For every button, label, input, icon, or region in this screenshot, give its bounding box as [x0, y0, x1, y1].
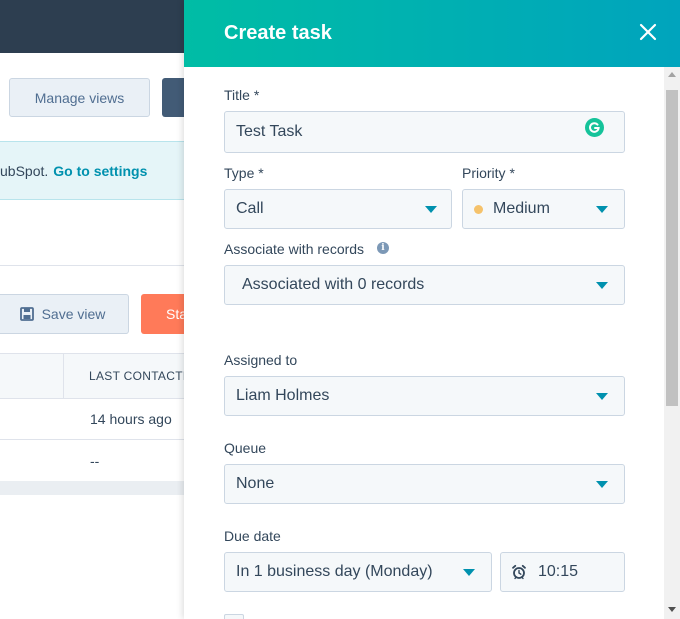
due-date-label: Due date — [224, 528, 281, 544]
partial-dark-button[interactable] — [162, 78, 184, 117]
reminder-checkbox[interactable] — [224, 614, 244, 619]
queue-label: Queue — [224, 440, 267, 456]
chevron-down-icon — [596, 481, 608, 488]
due-time-input[interactable]: 10:15 — [500, 552, 625, 592]
queue-select-value: None — [236, 475, 275, 492]
assigned-to-value: Liam Holmes — [236, 387, 330, 404]
floppy-disk-icon — [19, 307, 34, 321]
close-icon — [639, 23, 657, 41]
queue-select[interactable]: None — [224, 464, 625, 504]
column-header-last-contacted[interactable]: LAST CONTACTE — [89, 369, 191, 383]
close-button[interactable] — [636, 20, 660, 44]
row-divider — [0, 439, 184, 440]
panel-header: Create task — [184, 0, 680, 67]
due-date-select[interactable]: In 1 business day (Monday) — [224, 552, 492, 592]
chevron-down-icon — [596, 282, 608, 289]
panel-title: Create task — [224, 22, 332, 44]
save-view-button[interactable]: Save view — [0, 294, 129, 334]
type-select-value: Call — [236, 200, 264, 217]
type-select[interactable]: Call — [224, 189, 452, 229]
priority-label: Priority * — [462, 165, 515, 181]
associate-records-select[interactable]: Associated with 0 records — [224, 265, 625, 305]
title-label: Title * — [224, 87, 260, 103]
chevron-down-icon — [596, 206, 608, 213]
assigned-to-label: Assigned to — [224, 352, 298, 368]
assigned-to-select[interactable]: Liam Holmes — [224, 376, 625, 416]
go-to-settings-link[interactable]: Go to settings — [53, 163, 147, 179]
associate-select-value: Associated with 0 records — [242, 276, 425, 293]
start-button-label: Sta — [166, 306, 184, 322]
chevron-down-icon — [425, 206, 437, 213]
table-footer — [0, 481, 184, 495]
start-button[interactable]: Sta — [141, 294, 184, 334]
chevron-down-icon — [596, 393, 608, 400]
info-icon[interactable]: i — [377, 242, 389, 254]
manage-views-button[interactable]: Manage views — [9, 78, 150, 117]
title-input[interactable]: Test Task — [224, 111, 625, 153]
create-task-panel: Create task Title * Test Task Type * Cal… — [184, 0, 680, 619]
due-time-value: 10:15 — [538, 563, 579, 580]
priority-select-value: Medium — [493, 200, 550, 217]
scrollbar-thumb[interactable] — [666, 90, 678, 406]
top-navigation-bar — [0, 0, 184, 53]
column-divider — [63, 354, 64, 399]
associate-label: Associate with records — [224, 241, 365, 257]
table-cell: 14 hours ago — [90, 411, 172, 427]
table-cell: -- — [90, 453, 100, 469]
type-label: Type * — [224, 165, 264, 181]
priority-status-dot — [474, 204, 483, 214]
scroll-up-arrow-icon[interactable] — [668, 72, 676, 77]
alarm-clock-icon — [512, 564, 526, 580]
settings-banner: ubSpot. Go to settings — [0, 141, 184, 200]
scroll-down-arrow-icon[interactable] — [668, 607, 676, 612]
chevron-down-icon — [463, 569, 475, 576]
due-date-value: In 1 business day (Monday) — [236, 563, 433, 580]
divider — [0, 265, 184, 266]
banner-text: ubSpot. — [0, 162, 49, 179]
save-view-label: Save view — [41, 306, 106, 322]
manage-views-label: Manage views — [34, 89, 125, 106]
priority-select[interactable]: Medium — [462, 189, 625, 229]
title-input-value: Test Task — [236, 123, 303, 140]
grammarly-icon[interactable] — [585, 118, 604, 137]
